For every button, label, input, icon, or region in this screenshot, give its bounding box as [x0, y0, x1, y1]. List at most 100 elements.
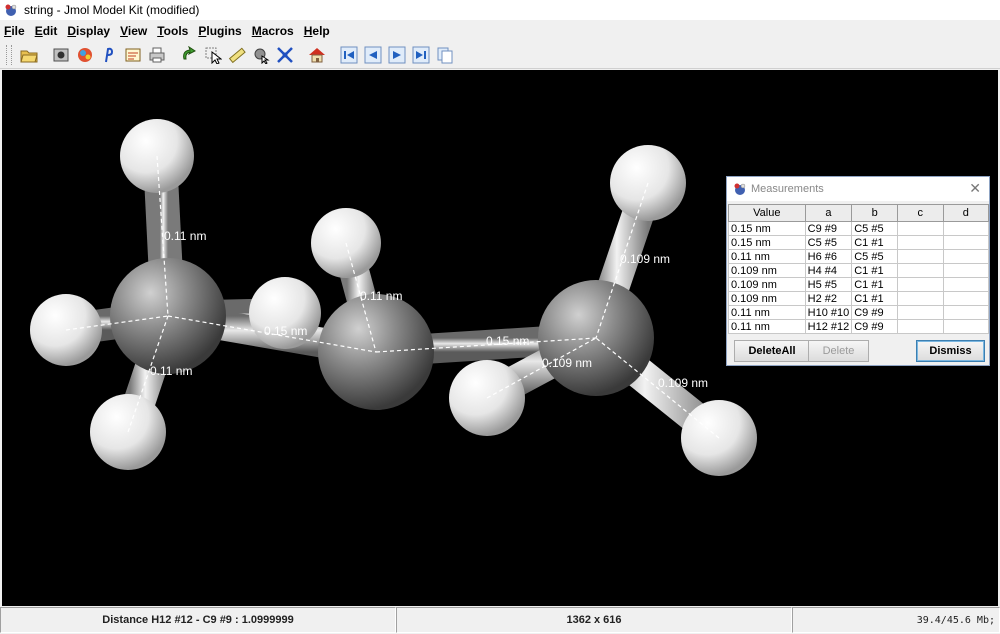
cell-c — [897, 319, 944, 334]
cell-d — [942, 277, 990, 292]
script-editor-button[interactable] — [98, 44, 120, 66]
menu-view-rest: iew — [127, 24, 148, 38]
status-size: 1362 x 616 — [396, 607, 792, 633]
cell-a: H10 #10 — [804, 305, 853, 320]
copy-button[interactable] — [434, 44, 456, 66]
measure-button[interactable] — [226, 44, 248, 66]
table-row[interactable]: 0.11 nm H10 #10 C9 #9 — [728, 305, 990, 320]
cell-d — [942, 263, 990, 278]
cell-value: 0.15 nm — [728, 221, 806, 236]
cell-value: 0.109 nm — [728, 277, 806, 292]
status-memory: 39.4/45.6 Mb; — [792, 607, 1000, 633]
dialog-title-bar[interactable]: Measurements ✕ — [727, 177, 989, 201]
measurement-label: 0.109 nm — [542, 356, 593, 370]
column-header-value[interactable]: Value — [728, 204, 806, 222]
measurement-label: 0.109 nm — [658, 376, 709, 390]
menu-help[interactable]: Help — [300, 24, 334, 38]
menu-bar: File Edit Display View Tools Plugins Mac… — [0, 21, 1000, 41]
cell-a: H5 #5 — [804, 277, 853, 292]
cell-a: H6 #6 — [804, 249, 853, 264]
menu-macros-rest: acros — [261, 24, 294, 38]
status-bar: Distance H12 #12 - C9 #9 : 1.0999999 136… — [0, 606, 1000, 634]
cell-c — [897, 221, 944, 236]
cell-b: C1 #1 — [851, 235, 899, 250]
screenshot-button[interactable] — [50, 44, 72, 66]
first-frame-button[interactable] — [338, 44, 360, 66]
cell-b: C5 #5 — [851, 249, 899, 264]
pov-render-icon — [78, 47, 92, 62]
menu-display-key: D — [67, 24, 77, 38]
measurement-label: 0.15 nm — [486, 334, 530, 348]
table-row[interactable]: 0.109 nm H2 #2 C1 #1 — [728, 291, 990, 306]
column-header-c[interactable]: c — [897, 204, 944, 222]
measurements-table[interactable]: Value a b c d 0.15 nm C9 #9 C5 #5 0.15 nm C… — [728, 204, 990, 334]
cell-c — [897, 263, 944, 278]
measurement-label: 0.11 nm — [150, 364, 193, 378]
delete-all-button[interactable]: DeleteAll — [734, 340, 810, 362]
menu-edit[interactable]: Edit — [31, 24, 62, 38]
next-frame-button[interactable] — [386, 44, 408, 66]
menu-view-key: V — [120, 24, 128, 38]
home-icon — [309, 47, 325, 62]
open-button[interactable] — [18, 44, 40, 66]
column-header-a[interactable]: a — [804, 204, 853, 222]
table-row[interactable]: 0.15 nm C9 #9 C5 #5 — [728, 221, 990, 236]
cell-b: C5 #5 — [851, 221, 899, 236]
table-row[interactable]: 0.11 nm H12 #12 C9 #9 — [728, 319, 990, 334]
print-icon — [149, 47, 165, 62]
toolbar-grip[interactable] — [6, 44, 12, 65]
status-measurement: Distance H12 #12 - C9 #9 : 1.0999999 — [0, 607, 396, 633]
copy-icon — [437, 47, 453, 63]
script-console-button[interactable] — [122, 44, 144, 66]
last-frame-button[interactable] — [410, 44, 432, 66]
rotate-icon — [183, 45, 196, 59]
table-row[interactable]: 0.11 nm H6 #6 C5 #5 — [728, 249, 990, 264]
menu-tools[interactable]: Tools — [153, 24, 192, 38]
menu-view[interactable]: View — [116, 24, 151, 38]
table-row[interactable]: 0.109 nm H5 #5 C1 #1 — [728, 277, 990, 292]
prev-frame-button[interactable] — [362, 44, 384, 66]
table-row[interactable]: 0.109 nm H4 #4 C1 #1 — [728, 263, 990, 278]
cell-b: C1 #1 — [851, 263, 899, 278]
menu-file[interactable]: File — [0, 24, 29, 38]
delete-button[interactable]: Delete — [808, 340, 869, 362]
cell-d — [942, 249, 990, 264]
measurement-label: 0.11 nm — [360, 289, 403, 303]
table-row[interactable]: 0.15 nm C5 #5 C1 #1 — [728, 235, 990, 250]
close-icon[interactable]: ✕ — [969, 181, 981, 195]
window-title: string - Jmol Model Kit (modified) — [24, 3, 200, 17]
menu-plugins[interactable]: Plugins — [194, 24, 245, 38]
cell-c — [897, 249, 944, 264]
pov-render-button[interactable] — [74, 44, 96, 66]
rotate-button[interactable] — [178, 44, 200, 66]
menu-macros-key: M — [251, 24, 262, 38]
cell-value: 0.11 nm — [728, 249, 806, 264]
model-kit-button[interactable] — [250, 44, 272, 66]
column-header-d[interactable]: d — [942, 204, 990, 222]
menu-tools-rest: ools — [163, 24, 189, 38]
measure-icon — [228, 47, 246, 63]
cell-value: 0.11 nm — [728, 319, 806, 334]
model-kit-icon — [254, 48, 270, 64]
cell-a: C9 #9 — [804, 221, 853, 236]
menu-display[interactable]: Display — [63, 24, 114, 38]
cell-value: 0.109 nm — [728, 263, 806, 278]
dismiss-button[interactable]: Dismiss — [916, 340, 985, 362]
menu-file-rest: ile — [11, 24, 25, 38]
cell-value: 0.109 nm — [728, 291, 806, 306]
last-frame-icon — [412, 46, 430, 63]
toolbar — [0, 41, 1000, 69]
menu-macros[interactable]: Macros — [248, 24, 298, 38]
cell-a: H2 #2 — [804, 291, 853, 306]
dialog-title: Measurements — [751, 183, 824, 195]
pick-button[interactable] — [202, 44, 224, 66]
print-button[interactable] — [146, 44, 168, 66]
measurement-label: 0.11 nm — [164, 229, 207, 243]
home-button[interactable] — [306, 44, 328, 66]
column-header-b[interactable]: b — [851, 204, 899, 222]
jmol-app-icon — [734, 183, 746, 195]
pick-icon — [205, 47, 222, 64]
cell-b: C9 #9 — [851, 319, 899, 334]
title-bar: string - Jmol Model Kit (modified) — [0, 0, 1000, 20]
zoom-fit-button[interactable] — [274, 44, 296, 66]
